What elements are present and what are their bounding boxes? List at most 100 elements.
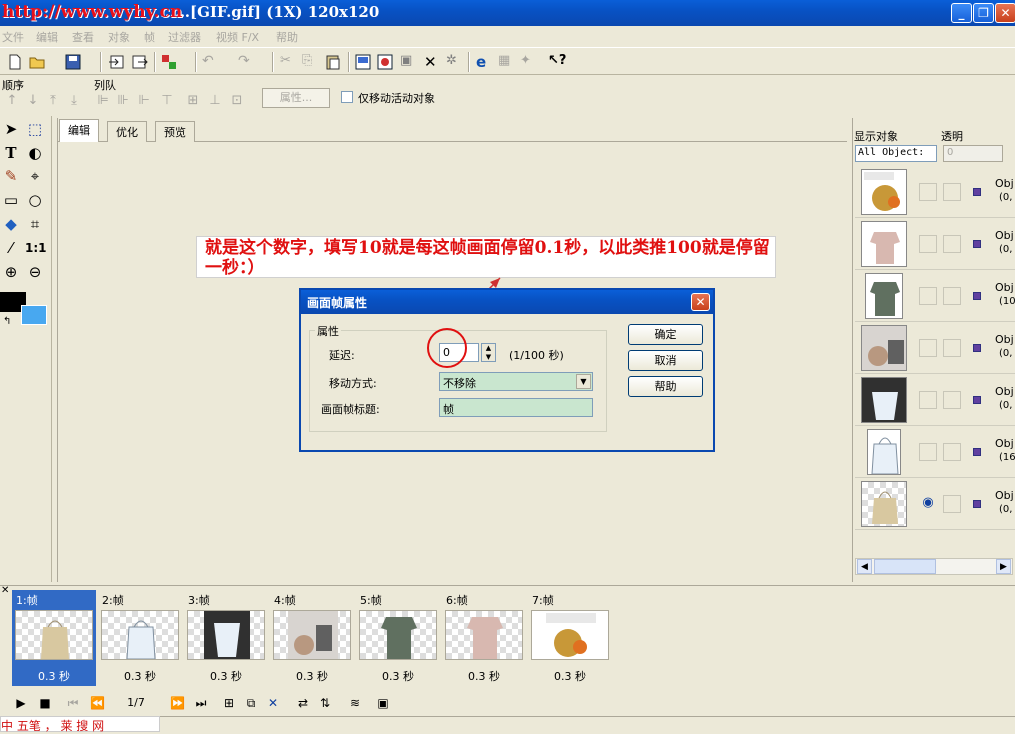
minimize-button[interactable]: _: [951, 3, 972, 23]
object-filter-select[interactable]: All Object:: [855, 145, 937, 162]
center-icon[interactable]: ⊡: [230, 94, 244, 108]
delay-spinner[interactable]: ▲ ▼: [481, 343, 496, 362]
frame-item[interactable]: 5:帧 0.3 秒: [356, 590, 440, 686]
previous-frame-icon[interactable]: ⏪: [90, 696, 105, 710]
select-arrow-icon[interactable]: ➤: [1, 119, 21, 139]
object-row[interactable]: ◉ Obj (0,: [855, 478, 1015, 530]
zoom-in-icon[interactable]: ⊕: [1, 262, 21, 282]
move-up-icon[interactable]: ↑: [5, 94, 19, 108]
add-frame-icon[interactable]: ⊞: [222, 696, 236, 710]
menu-file[interactable]: 文件: [2, 29, 24, 45]
play-icon[interactable]: ▶: [14, 696, 28, 710]
delete-frame-icon[interactable]: ✕: [266, 696, 280, 710]
ok-button[interactable]: 确定: [628, 324, 703, 345]
cancel-button[interactable]: 取消: [628, 350, 703, 371]
crop-tool-icon[interactable]: ⌗: [25, 214, 45, 234]
text-tool-icon[interactable]: T: [1, 143, 21, 163]
frame-view-icon[interactable]: [354, 53, 372, 71]
close-button[interactable]: ✕: [995, 3, 1015, 23]
menu-frame[interactable]: 帧: [144, 29, 155, 45]
paint-icon[interactable]: [160, 53, 178, 71]
frame-item[interactable]: 1:帧 0.3 秒: [12, 590, 96, 686]
ime-bar[interactable]: 中 五笔 ， 莱 搜 网: [0, 716, 160, 733]
export-icon[interactable]: [130, 53, 148, 71]
object-row[interactable]: Obj (0,: [855, 166, 1015, 218]
copy-icon[interactable]: ⎘: [302, 53, 320, 71]
frame-item[interactable]: 4:帧 0.3 秒: [270, 590, 354, 686]
tween-icon[interactable]: ⇄: [296, 696, 310, 710]
object-row[interactable]: Obj (10: [855, 270, 1015, 322]
properties-button[interactable]: 属性...: [262, 88, 330, 108]
marquee-icon[interactable]: ⬚: [25, 119, 45, 139]
stop-icon[interactable]: ■: [38, 696, 52, 710]
object-list-scrollbar[interactable]: ◀ ▶: [855, 558, 1013, 575]
bring-to-front-icon[interactable]: ⤒: [46, 94, 60, 108]
object-row[interactable]: Obj (0,: [855, 218, 1015, 270]
next-frame-icon[interactable]: ⏩: [170, 696, 185, 710]
save-icon[interactable]: [64, 53, 82, 71]
align-center-icon[interactable]: ⊪: [116, 94, 130, 108]
dialog-close-button[interactable]: ✕: [691, 293, 710, 311]
wizard-icon[interactable]: ✦: [520, 53, 538, 71]
only-move-checkbox[interactable]: [341, 91, 353, 103]
frame-title-input[interactable]: 帧: [439, 398, 593, 417]
menu-object[interactable]: 对象: [108, 29, 130, 45]
object-row[interactable]: Obj (16: [855, 426, 1015, 478]
eye-icon[interactable]: ◉: [919, 495, 937, 513]
import-icon[interactable]: [108, 53, 126, 71]
menu-filter[interactable]: 过滤器: [168, 29, 201, 45]
paste-icon[interactable]: [324, 53, 342, 71]
menu-video-fx[interactable]: 视频 F/X: [216, 29, 259, 45]
maximize-button[interactable]: ❐: [973, 3, 994, 23]
frame-settings-icon[interactable]: ≋: [348, 696, 362, 710]
object-row[interactable]: Obj (0,: [855, 322, 1015, 374]
reverse-icon[interactable]: ⇅: [318, 696, 332, 710]
duplicate-frame-icon[interactable]: ⧉: [244, 696, 258, 710]
align-bottom-icon[interactable]: ⊥: [208, 94, 222, 108]
menu-edit[interactable]: 编辑: [36, 29, 58, 45]
tab-optimize[interactable]: 优化: [107, 121, 147, 142]
align-top-icon[interactable]: ⊤: [160, 94, 174, 108]
fill-icon[interactable]: ◆: [1, 214, 21, 234]
background-color-swatch[interactable]: [21, 305, 47, 325]
frame-properties-icon[interactable]: [376, 53, 394, 71]
zoom-out-icon[interactable]: ⊖: [25, 262, 45, 282]
freeform-select-icon[interactable]: ○: [25, 190, 45, 210]
bug-icon[interactable]: ✲: [446, 53, 464, 71]
help-button[interactable]: 帮助: [628, 376, 703, 397]
lasso-icon[interactable]: ⌖: [25, 166, 45, 186]
frame-item[interactable]: 7:帧 0.3 秒: [528, 590, 612, 686]
align-left-icon[interactable]: ⊫: [96, 94, 110, 108]
browser-preview-icon[interactable]: e: [476, 53, 494, 71]
frame-item[interactable]: 2:帧 0.3 秒: [98, 590, 182, 686]
menu-help[interactable]: 帮助: [276, 29, 298, 45]
tab-preview[interactable]: 预览: [155, 121, 195, 142]
frames-panel-close-icon[interactable]: ✕: [1, 585, 9, 596]
scroll-thumb[interactable]: [874, 559, 936, 574]
crop-icon[interactable]: ✕: [424, 53, 442, 71]
frame-item[interactable]: 3:帧 0.3 秒: [184, 590, 268, 686]
align-right-icon[interactable]: ⊩: [137, 94, 151, 108]
context-help-icon[interactable]: ↖?: [548, 53, 566, 71]
move-method-select[interactable]: 不移除 ▼: [439, 372, 593, 391]
transform-icon[interactable]: ◐: [25, 143, 45, 163]
frame-properties-icon[interactable]: ▣: [376, 696, 390, 710]
eyedropper-icon[interactable]: ⁄: [1, 238, 21, 258]
optimize-icon[interactable]: ▦: [498, 53, 516, 71]
undo-icon[interactable]: ↶: [202, 53, 220, 71]
move-down-icon[interactable]: ↓: [26, 94, 40, 108]
scroll-left-icon[interactable]: ◀: [857, 559, 872, 574]
object-row[interactable]: Obj (0,: [855, 374, 1015, 426]
tab-edit[interactable]: 编辑: [59, 119, 99, 142]
brush-icon[interactable]: ✎: [1, 166, 21, 186]
opacity-input[interactable]: 0: [943, 145, 1003, 162]
actual-size-icon[interactable]: 1:1: [25, 238, 47, 258]
menu-view[interactable]: 查看: [72, 29, 94, 45]
chevron-down-icon[interactable]: ▼: [576, 374, 591, 389]
first-frame-icon[interactable]: ⏮: [66, 696, 80, 710]
redo-icon[interactable]: ↷: [238, 53, 256, 71]
new-file-icon[interactable]: [6, 53, 24, 71]
swap-colors-icon[interactable]: ↰: [3, 316, 11, 327]
cut-icon[interactable]: ✂: [280, 53, 298, 71]
open-folder-icon[interactable]: [28, 53, 46, 71]
